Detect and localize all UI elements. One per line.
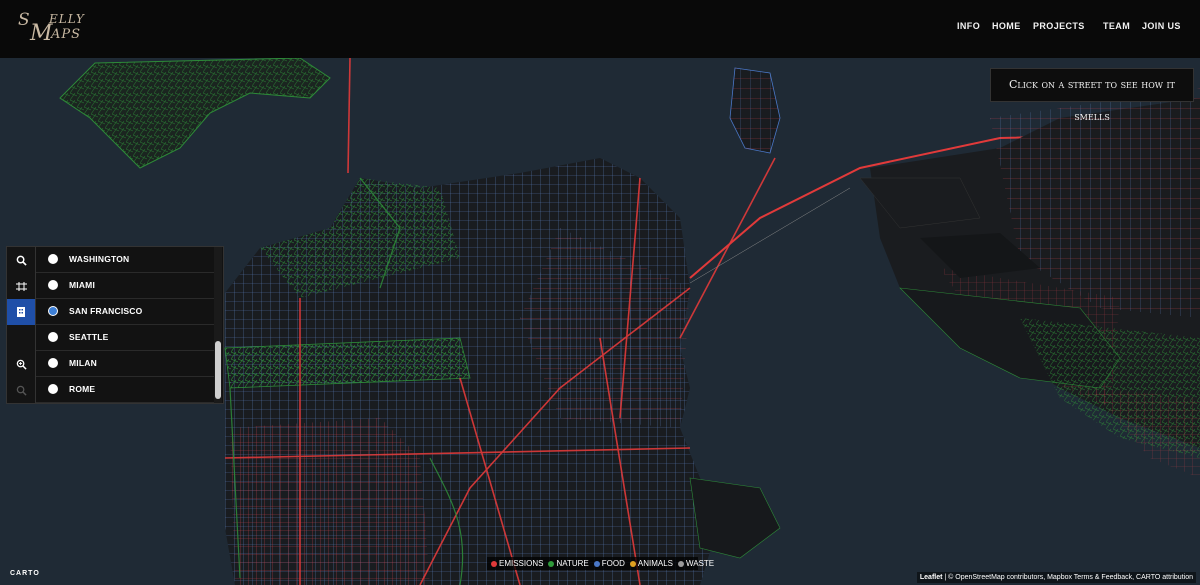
city-label: MILAN — [69, 358, 97, 368]
nav-info[interactable]: INFO — [957, 21, 980, 31]
legend-item-animals: ANIMALS — [629, 559, 673, 568]
building-icon — [17, 307, 25, 317]
scrollbar-thumb[interactable] — [215, 341, 221, 399]
city-label: SAN FRANCISCO — [69, 306, 143, 316]
legend-item-food: FOOD — [593, 559, 625, 568]
legend-item-waste: WASTE — [677, 559, 715, 568]
zoom-in-icon — [16, 359, 27, 370]
legend-item-nature: NATURE — [548, 559, 589, 568]
city-list-tool[interactable] — [7, 299, 35, 325]
city-option-seattle[interactable]: SEATTLE — [36, 325, 214, 351]
city-selector-panel: WASHINGTON MIAMI SAN FRANCISCO SEATTLE M… — [6, 246, 224, 404]
nav-home[interactable]: HOME — [992, 21, 1021, 31]
top-header: S M ELLY APS INFO HOME PROJECTS TEAM JOI… — [0, 0, 1200, 58]
legend-dot — [677, 560, 684, 567]
click-street-hint: Click on a street to see how it smells — [990, 68, 1194, 123]
city-label: MIAMI — [69, 280, 96, 290]
legend-dot — [548, 560, 555, 567]
carto-logo: CARTO — [10, 570, 40, 577]
frame-tool[interactable] — [7, 273, 35, 299]
legend-label: EMISSIONS — [499, 559, 544, 568]
legend-item-emissions: EMISSIONS — [491, 559, 543, 568]
city-label: ROME — [69, 384, 96, 394]
frame-icon — [15, 281, 27, 291]
zoom-out-icon — [16, 385, 27, 396]
legend-label: WASTE — [685, 559, 715, 568]
map-attribution: Leaflet | © OpenStreetMap contributors, … — [916, 572, 1196, 583]
nav-join-us[interactable]: JOIN US — [1142, 21, 1181, 31]
city-list-scrollbar[interactable] — [214, 247, 222, 403]
radio-button[interactable] — [48, 332, 58, 342]
radio-button-selected[interactable] — [48, 306, 58, 316]
city-list: WASHINGTON MIAMI SAN FRANCISCO SEATTLE M… — [36, 247, 214, 403]
city-label: WASHINGTON — [69, 254, 130, 264]
city-option-washington[interactable]: WASHINGTON — [36, 247, 214, 273]
nav-projects[interactable]: PROJECTS — [1033, 21, 1085, 31]
search-icon — [16, 255, 27, 266]
legend-dot — [593, 560, 600, 567]
zoom-out-tool[interactable] — [7, 377, 35, 403]
legend-label: FOOD — [601, 559, 625, 568]
radio-button[interactable] — [48, 358, 58, 368]
zoom-in-tool[interactable] — [7, 351, 35, 377]
radio-button[interactable] — [48, 254, 58, 264]
legend-dot — [629, 560, 636, 567]
leaflet-link[interactable]: Leaflet — [920, 574, 943, 581]
radio-button[interactable] — [48, 280, 58, 290]
city-label: SEATTLE — [69, 332, 109, 342]
legend-label: ANIMALS — [637, 559, 673, 568]
legend-label: NATURE — [556, 559, 589, 568]
legend-dot — [491, 560, 497, 567]
search-tool[interactable] — [7, 247, 35, 273]
map-toolbar — [7, 247, 36, 403]
smell-legend: EMISSIONS NATURE FOOD ANIMALS WASTE — [487, 557, 714, 570]
main-nav: INFO HOME PROJECTS TEAM JOIN US — [0, 21, 1200, 35]
city-option-rome[interactable]: ROME — [36, 377, 214, 403]
nav-team[interactable]: TEAM — [1103, 21, 1130, 31]
city-option-milan[interactable]: MILAN — [36, 351, 214, 377]
city-option-miami[interactable]: MIAMI — [36, 273, 214, 299]
radio-button[interactable] — [48, 384, 58, 394]
attribution-text: | © OpenStreetMap contributors, Mapbox T… — [942, 574, 1193, 581]
city-option-san-francisco[interactable]: SAN FRANCISCO — [36, 299, 214, 325]
